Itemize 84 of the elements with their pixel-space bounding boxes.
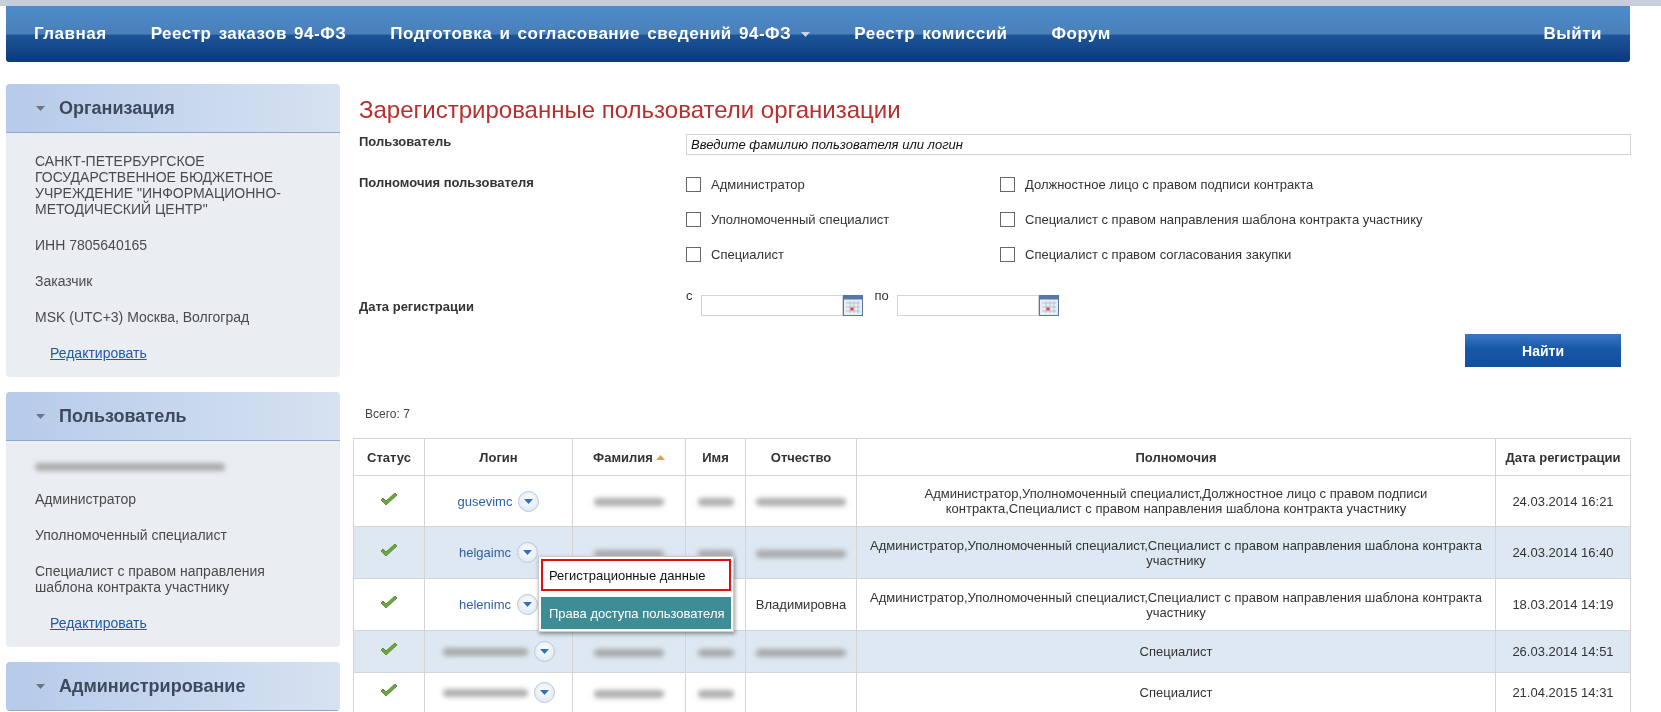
search-field[interactable]: Введите фамилию пользователя или логин <box>686 134 1631 155</box>
login-link[interactable]: helenimc <box>459 597 511 612</box>
table-cell: Администратор,Уполномоченный специалист,Специалист с правом направления шаблона контракта участнику <box>870 589 1482 620</box>
checkbox-label: Специалист <box>711 247 784 262</box>
info-text: Специалист с правом направления шаблона контракта участнику <box>35 563 266 595</box>
dropdown-caret-icon <box>801 31 811 37</box>
table-cell: 24.03.2014 16:21 <box>1512 493 1614 509</box>
checkbox[interactable] <box>686 177 701 192</box>
info-text: Уполномоченный специалист <box>35 527 228 543</box>
login-link[interactable]: gusevimc <box>457 493 513 509</box>
logout-link[interactable]: Выйти <box>1543 24 1602 44</box>
info-text: ИНН 7805640165 <box>35 237 149 253</box>
table-cell: 26.03.2014 14:51 <box>1512 644 1614 659</box>
field-label: Полномочия пользователя <box>359 174 535 190</box>
column-header[interactable]: Полномочия <box>856 438 1496 476</box>
checkbox-label: Уполномоченный специалист <box>711 212 890 227</box>
row-menu-button[interactable] <box>517 594 538 615</box>
total-count: Всего: 7 <box>365 407 411 421</box>
field-label: Пользователь <box>359 134 453 149</box>
search-button[interactable]: Найти <box>1465 334 1621 367</box>
checkbox-label: Администратор <box>711 177 805 192</box>
caret-icon <box>523 602 532 607</box>
checkbox-label: Специалист с правом направления шаблона контракта участнику <box>1025 212 1423 227</box>
panel-title: Пользователь <box>59 405 187 427</box>
nav-link[interactable]: Форум <box>1051 24 1111 44</box>
column-header[interactable]: Имя <box>685 438 746 476</box>
panel-header[interactable]: Пользователь <box>6 392 340 441</box>
checkbox[interactable] <box>1000 212 1015 227</box>
info-text: САНКТ-ПЕТЕРБУРГСКОЕ ГОСУДАРСТВЕННОЕ БЮДЖЕТНОЕ УЧРЕЖДЕНИЕ "ИНФОРМАЦИОННО-МЕТОДИЧЕСКИЙ ЦЕНТР" <box>35 153 282 217</box>
row-menu-button[interactable] <box>533 682 555 703</box>
nav-link[interactable]: Подготовка и согласование сведений 94-ФЗ <box>390 24 811 44</box>
table-cell: Специалист <box>1139 685 1213 700</box>
table-cell: 24.03.2014 16:40 <box>1512 545 1614 560</box>
caret-icon <box>523 550 532 555</box>
date-to-field[interactable] <box>896 295 1039 316</box>
date-from-field[interactable] <box>700 295 843 316</box>
menu-item[interactable]: Права доступа пользователя <box>541 597 731 629</box>
checkbox[interactable] <box>686 212 701 227</box>
menu-item[interactable]: Регистрационные данные <box>541 559 731 591</box>
column-header[interactable]: Дата регистрации <box>1495 438 1631 476</box>
nav-link[interactable]: Реестр заказов 94-ФЗ <box>150 24 347 44</box>
column-header[interactable]: Статус <box>353 438 425 476</box>
sort-ascending-icon <box>655 454 665 460</box>
nav-link[interactable]: Реестр комиссий <box>854 24 1008 44</box>
table-cell: Администратор,Уполномоченный специалист,Специалист с правом направления шаблона контракта участнику <box>870 537 1482 568</box>
table-cell: Владимировна <box>755 597 847 612</box>
calendar-icon[interactable] <box>842 295 863 316</box>
table-cell: 21.04.2015 14:31 <box>1512 685 1614 700</box>
row-menu-button[interactable] <box>518 490 540 512</box>
panel-title: Организация <box>59 97 175 119</box>
login-link[interactable]: helgaimc <box>459 545 511 560</box>
page-title: Зарегистрированные пользователи организации <box>359 96 902 124</box>
nav-link[interactable]: Главная <box>34 24 107 44</box>
checkbox[interactable] <box>1000 247 1015 262</box>
info-text: Администратор <box>35 491 137 507</box>
edit-link[interactable]: Редактировать <box>50 345 147 361</box>
info-text: Заказчик <box>35 273 94 289</box>
row-menu-button[interactable] <box>517 542 538 563</box>
collapse-caret-icon <box>36 683 45 689</box>
table-cell: Администратор,Уполномоченный специалист,Должностное лицо с правом подписи контракта,Специалист с правом направления шаблона контракта участнику <box>924 486 1428 516</box>
checkbox-label: Должностное лицо с правом подписи контракта <box>1025 177 1314 192</box>
column-header[interactable]: Отчество <box>745 438 857 476</box>
caret-icon <box>539 690 549 695</box>
caret-icon <box>539 649 549 654</box>
caret-icon <box>524 498 534 504</box>
info-text: MSK (UTC+3) Москва, Волгоград <box>35 309 251 325</box>
table-cell: Специалист <box>1139 644 1213 659</box>
collapse-caret-icon <box>36 105 45 111</box>
column-header[interactable]: Логин <box>424 438 573 476</box>
row-menu-button[interactable] <box>533 641 555 662</box>
edit-link[interactable]: Редактировать <box>50 615 147 631</box>
checkbox[interactable] <box>1000 177 1015 192</box>
collapse-caret-icon <box>36 413 45 419</box>
field-label: Дата регистрации <box>359 298 476 314</box>
checkbox[interactable] <box>686 247 701 262</box>
panel-title: Администрирование <box>59 675 246 697</box>
table-cell: 18.03.2014 14:19 <box>1512 597 1614 612</box>
panel-header[interactable]: Администрирование <box>6 662 340 711</box>
column-header[interactable]: Фамилия <box>572 438 686 476</box>
calendar-icon[interactable] <box>1038 295 1059 316</box>
from-label: с <box>686 288 693 303</box>
checkbox-label: Специалист с правом согласования закупки <box>1025 247 1292 262</box>
to-label: по <box>874 288 889 303</box>
panel-header[interactable]: Организация <box>6 84 340 133</box>
